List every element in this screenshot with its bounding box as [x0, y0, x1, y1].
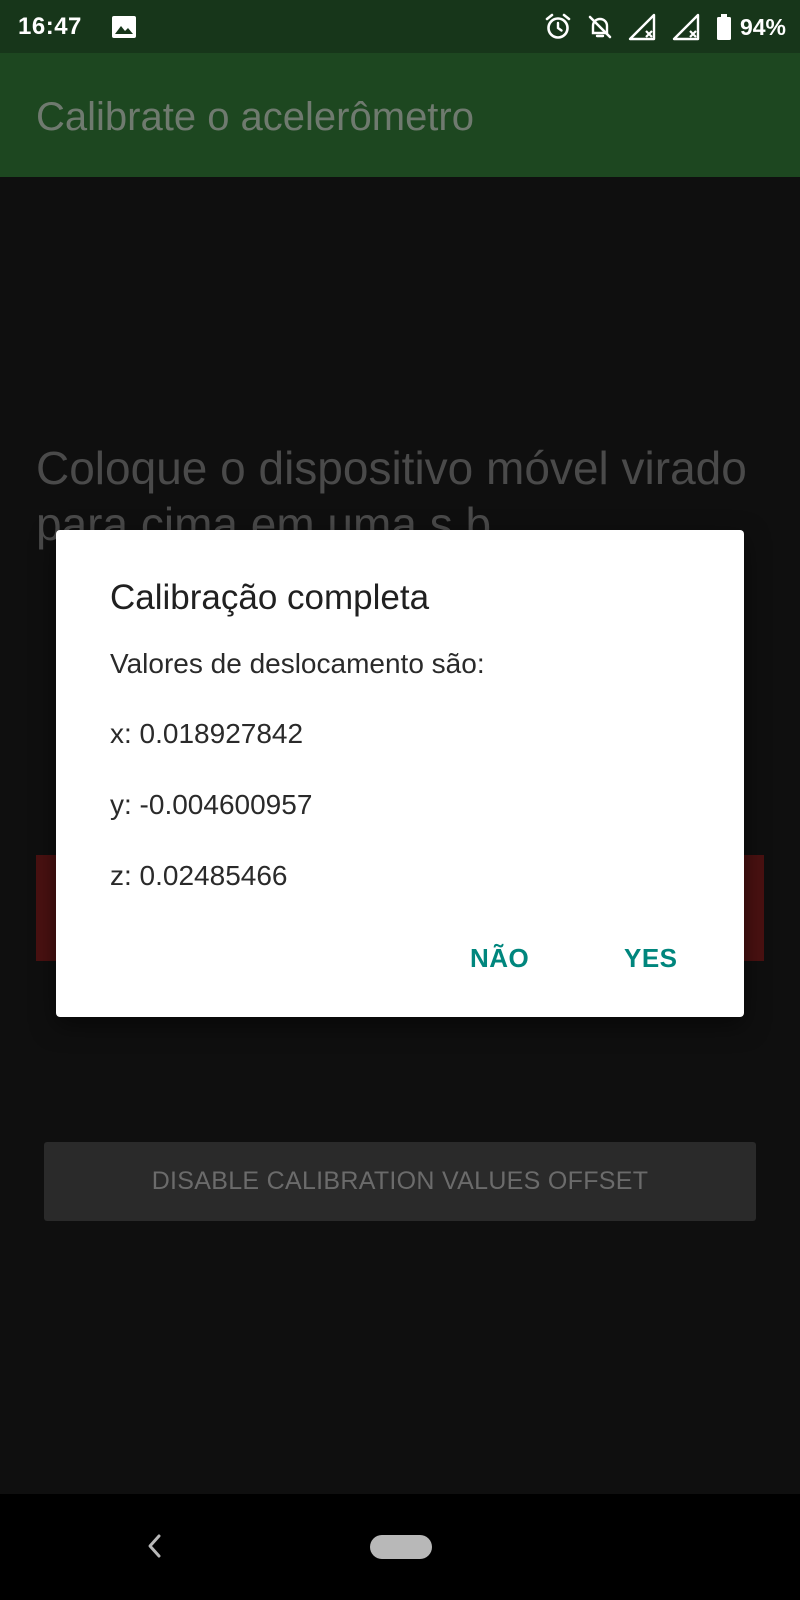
home-pill-icon[interactable] [370, 1535, 432, 1559]
dialog-title: Calibração completa [110, 578, 430, 617]
battery-icon: 94% [716, 13, 786, 41]
navigation-bar [0, 1494, 800, 1600]
status-time: 16:47 [18, 13, 82, 40]
calibration-complete-dialog: Calibração completa Valores de deslocame… [56, 530, 744, 1017]
status-bar: 16:47 94% [0, 0, 800, 53]
offset-z-value: z: 0.02485466 [110, 860, 288, 891]
app-title: Calibrate o acelerômetro [36, 95, 474, 139]
app-bar: Calibrate o acelerômetro [0, 53, 800, 177]
back-icon[interactable] [144, 1530, 164, 1562]
yes-button[interactable]: YES [610, 930, 692, 986]
alarm-icon [544, 13, 572, 41]
disable-calibration-offset-button[interactable]: DISABLE CALIBRATION VALUES OFFSET [44, 1142, 756, 1221]
offset-y-value: y: -0.004600957 [110, 789, 313, 820]
no-button[interactable]: NÃO [456, 930, 543, 986]
signal-x-icon [672, 13, 702, 41]
signal-x-icon [628, 13, 658, 41]
status-icons: 94% [530, 11, 786, 43]
dialog-intro-text: Valores de deslocamento são: [110, 648, 485, 679]
notifications-off-icon [586, 13, 614, 41]
battery-percentage: 94% [739, 13, 786, 40]
offset-x-value: x: 0.018927842 [110, 718, 304, 749]
gallery-icon [112, 16, 136, 38]
